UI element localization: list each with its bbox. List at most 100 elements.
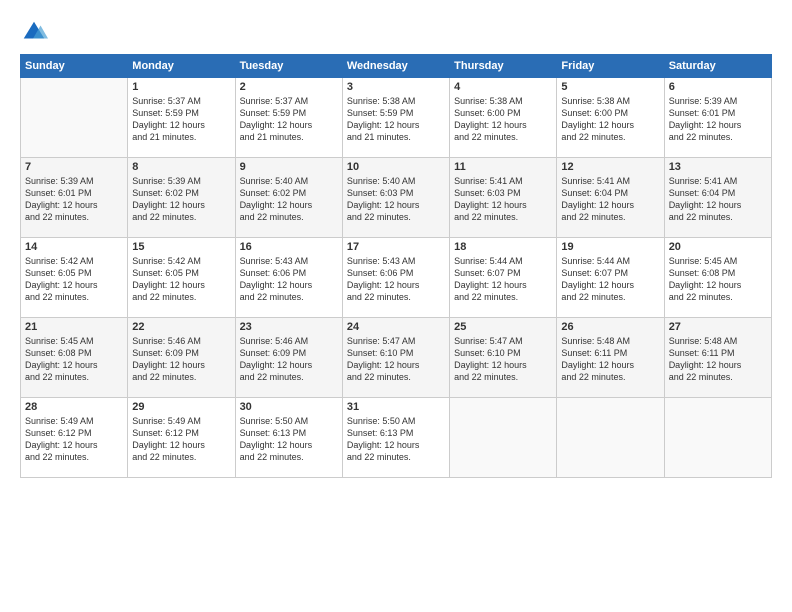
cell-info: Sunrise: 5:38 AM Sunset: 6:00 PM Dayligh…	[454, 95, 552, 144]
day-number: 21	[25, 321, 123, 333]
cell-4-2: 30Sunrise: 5:50 AM Sunset: 6:13 PM Dayli…	[235, 398, 342, 478]
cell-1-5: 12Sunrise: 5:41 AM Sunset: 6:04 PM Dayli…	[557, 158, 664, 238]
day-number: 11	[454, 161, 552, 173]
day-number: 13	[669, 161, 767, 173]
col-header-monday: Monday	[128, 55, 235, 78]
cell-3-4: 25 Sunrise: 5:47 AM Sunset: 6:10 PM Dayli…	[450, 318, 557, 398]
cell-0-3: 3 Sunrise: 5:38 AM Sunset: 5:59 PM Daylig…	[342, 78, 449, 158]
cell-3-1: 22 Sunrise: 5:46 AM Sunset: 6:09 PM Dayli…	[128, 318, 235, 398]
header-row: SundayMondayTuesdayWednesdayThursdayFrid…	[21, 55, 772, 78]
logo-icon	[20, 18, 48, 46]
day-number: 3	[347, 81, 445, 93]
cell-4-0: 28Sunrise: 5:49 AM Sunset: 6:12 PM Dayli…	[21, 398, 128, 478]
calendar-table: SundayMondayTuesdayWednesdayThursdayFrid…	[20, 54, 772, 478]
cell-info: Sunrise: 5:40 AM Sunset: 6:02 PM Dayligh…	[240, 175, 338, 224]
cell-3-6: 27 Sunrise: 5:48 AM Sunset: 6:11 PM Dayli…	[664, 318, 771, 398]
day-number: 26	[561, 321, 659, 333]
day-number: 5	[561, 81, 659, 93]
day-number: 20	[669, 241, 767, 253]
cell-info: Sunrise: 5:45 AM Sunset: 6:08 PM Dayligh…	[25, 335, 123, 384]
cell-info: Sunrise: 5:44 AM Sunset: 6:07 PM Dayligh…	[454, 255, 552, 304]
cell-3-2: 23 Sunrise: 5:46 AM Sunset: 6:09 PM Dayli…	[235, 318, 342, 398]
logo	[20, 18, 52, 46]
cell-info: Sunrise: 5:42 AM Sunset: 6:05 PM Dayligh…	[25, 255, 123, 304]
day-number: 4	[454, 81, 552, 93]
col-header-wednesday: Wednesday	[342, 55, 449, 78]
cell-2-2: 16 Sunrise: 5:43 AM Sunset: 6:06 PM Dayli…	[235, 238, 342, 318]
cell-info: Sunrise: 5:41 AM Sunset: 6:03 PM Dayligh…	[454, 175, 552, 224]
day-number: 19	[561, 241, 659, 253]
day-number: 18	[454, 241, 552, 253]
cell-2-6: 20Sunrise: 5:45 AM Sunset: 6:08 PM Dayli…	[664, 238, 771, 318]
cell-info: Sunrise: 5:48 AM Sunset: 6:11 PM Dayligh…	[669, 335, 767, 384]
cell-4-5	[557, 398, 664, 478]
day-number: 7	[25, 161, 123, 173]
cell-info: Sunrise: 5:49 AM Sunset: 6:12 PM Dayligh…	[132, 415, 230, 464]
cell-info: Sunrise: 5:37 AM Sunset: 5:59 PM Dayligh…	[132, 95, 230, 144]
cell-info: Sunrise: 5:42 AM Sunset: 6:05 PM Dayligh…	[132, 255, 230, 304]
cell-0-4: 4 Sunrise: 5:38 AM Sunset: 6:00 PM Daylig…	[450, 78, 557, 158]
day-number: 29	[132, 401, 230, 413]
cell-2-0: 14 Sunrise: 5:42 AM Sunset: 6:05 PM Dayli…	[21, 238, 128, 318]
cell-4-3: 31Sunrise: 5:50 AM Sunset: 6:13 PM Dayli…	[342, 398, 449, 478]
cell-1-6: 13 Sunrise: 5:41 AM Sunset: 6:04 PM Dayli…	[664, 158, 771, 238]
week-row-3: 21 Sunrise: 5:45 AM Sunset: 6:08 PM Dayli…	[21, 318, 772, 398]
cell-1-1: 8Sunrise: 5:39 AM Sunset: 6:02 PM Daylig…	[128, 158, 235, 238]
cell-0-1: 1 Sunrise: 5:37 AM Sunset: 5:59 PM Daylig…	[128, 78, 235, 158]
cell-4-1: 29 Sunrise: 5:49 AM Sunset: 6:12 PM Dayli…	[128, 398, 235, 478]
day-number: 30	[240, 401, 338, 413]
day-number: 6	[669, 81, 767, 93]
day-number: 1	[132, 81, 230, 93]
cell-2-5: 19 Sunrise: 5:44 AM Sunset: 6:07 PM Dayli…	[557, 238, 664, 318]
cell-0-5: 5 Sunrise: 5:38 AM Sunset: 6:00 PM Daylig…	[557, 78, 664, 158]
cell-info: Sunrise: 5:47 AM Sunset: 6:10 PM Dayligh…	[454, 335, 552, 384]
cell-info: Sunrise: 5:38 AM Sunset: 6:00 PM Dayligh…	[561, 95, 659, 144]
cell-0-2: 2Sunrise: 5:37 AM Sunset: 5:59 PM Daylig…	[235, 78, 342, 158]
cell-info: Sunrise: 5:46 AM Sunset: 6:09 PM Dayligh…	[132, 335, 230, 384]
cell-2-3: 17 Sunrise: 5:43 AM Sunset: 6:06 PM Dayli…	[342, 238, 449, 318]
cell-info: Sunrise: 5:39 AM Sunset: 6:01 PM Dayligh…	[25, 175, 123, 224]
day-number: 16	[240, 241, 338, 253]
day-number: 2	[240, 81, 338, 93]
header	[20, 18, 772, 46]
cell-1-2: 9 Sunrise: 5:40 AM Sunset: 6:02 PM Daylig…	[235, 158, 342, 238]
cell-info: Sunrise: 5:50 AM Sunset: 6:13 PM Dayligh…	[347, 415, 445, 464]
cell-info: Sunrise: 5:39 AM Sunset: 6:01 PM Dayligh…	[669, 95, 767, 144]
cell-2-1: 15 Sunrise: 5:42 AM Sunset: 6:05 PM Dayli…	[128, 238, 235, 318]
col-header-thursday: Thursday	[450, 55, 557, 78]
day-number: 15	[132, 241, 230, 253]
cell-info: Sunrise: 5:44 AM Sunset: 6:07 PM Dayligh…	[561, 255, 659, 304]
cell-info: Sunrise: 5:38 AM Sunset: 5:59 PM Dayligh…	[347, 95, 445, 144]
week-row-1: 7 Sunrise: 5:39 AM Sunset: 6:01 PM Daylig…	[21, 158, 772, 238]
day-number: 17	[347, 241, 445, 253]
cell-info: Sunrise: 5:49 AM Sunset: 6:12 PM Dayligh…	[25, 415, 123, 464]
cell-info: Sunrise: 5:40 AM Sunset: 6:03 PM Dayligh…	[347, 175, 445, 224]
day-number: 25	[454, 321, 552, 333]
cell-info: Sunrise: 5:43 AM Sunset: 6:06 PM Dayligh…	[240, 255, 338, 304]
cell-0-6: 6 Sunrise: 5:39 AM Sunset: 6:01 PM Daylig…	[664, 78, 771, 158]
col-header-friday: Friday	[557, 55, 664, 78]
day-number: 9	[240, 161, 338, 173]
week-row-2: 14 Sunrise: 5:42 AM Sunset: 6:05 PM Dayli…	[21, 238, 772, 318]
page: SundayMondayTuesdayWednesdayThursdayFrid…	[0, 0, 792, 612]
col-header-sunday: Sunday	[21, 55, 128, 78]
cell-info: Sunrise: 5:46 AM Sunset: 6:09 PM Dayligh…	[240, 335, 338, 384]
cell-1-0: 7 Sunrise: 5:39 AM Sunset: 6:01 PM Daylig…	[21, 158, 128, 238]
cell-3-3: 24 Sunrise: 5:47 AM Sunset: 6:10 PM Dayli…	[342, 318, 449, 398]
cell-4-4	[450, 398, 557, 478]
day-number: 27	[669, 321, 767, 333]
day-number: 14	[25, 241, 123, 253]
cell-info: Sunrise: 5:41 AM Sunset: 6:04 PM Dayligh…	[561, 175, 659, 224]
day-number: 24	[347, 321, 445, 333]
day-number: 22	[132, 321, 230, 333]
day-number: 10	[347, 161, 445, 173]
cell-info: Sunrise: 5:43 AM Sunset: 6:06 PM Dayligh…	[347, 255, 445, 304]
week-row-4: 28Sunrise: 5:49 AM Sunset: 6:12 PM Dayli…	[21, 398, 772, 478]
col-header-saturday: Saturday	[664, 55, 771, 78]
cell-info: Sunrise: 5:41 AM Sunset: 6:04 PM Dayligh…	[669, 175, 767, 224]
week-row-0: 1 Sunrise: 5:37 AM Sunset: 5:59 PM Daylig…	[21, 78, 772, 158]
cell-info: Sunrise: 5:47 AM Sunset: 6:10 PM Dayligh…	[347, 335, 445, 384]
cell-info: Sunrise: 5:39 AM Sunset: 6:02 PM Dayligh…	[132, 175, 230, 224]
cell-3-0: 21 Sunrise: 5:45 AM Sunset: 6:08 PM Dayli…	[21, 318, 128, 398]
day-number: 23	[240, 321, 338, 333]
